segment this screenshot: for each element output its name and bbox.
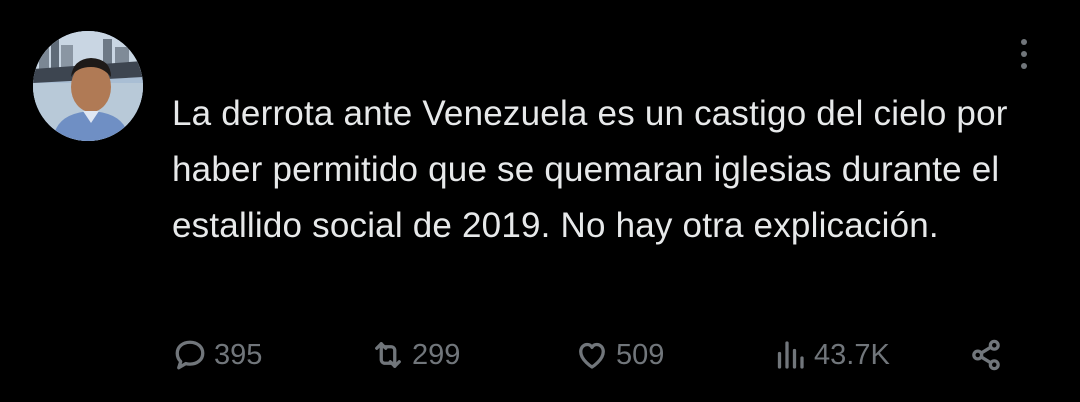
retweet-icon: [375, 342, 401, 368]
vertical-ellipsis-icon: [1021, 39, 1027, 45]
views-count: 43.7K: [814, 338, 890, 371]
retweet-count: 299: [412, 338, 461, 371]
tweet-header: [170, 30, 830, 70]
views-button[interactable]: 43.7K: [772, 330, 890, 380]
share-nodes-icon: [972, 339, 1000, 371]
more-options-button[interactable]: [1004, 36, 1044, 72]
avatar-image: [33, 31, 143, 141]
bar-chart-icon: [777, 341, 804, 369]
reply-button[interactable]: 395: [172, 330, 262, 380]
tweet-actions: 395 299 509 43.7K: [172, 330, 1022, 380]
tweet[interactable]: La derrota ante Venezuela es un castigo …: [0, 0, 1080, 402]
like-count: 509: [616, 338, 665, 371]
avatar[interactable]: [33, 31, 143, 141]
heart-icon: [579, 342, 605, 369]
like-button[interactable]: 509: [574, 330, 664, 380]
speech-bubble-icon: [175, 340, 205, 370]
tweet-text: La derrota ante Venezuela es un castigo …: [172, 94, 1008, 245]
reply-count: 395: [214, 338, 263, 371]
retweet-button[interactable]: 299: [370, 330, 460, 380]
share-button[interactable]: [968, 330, 1004, 380]
